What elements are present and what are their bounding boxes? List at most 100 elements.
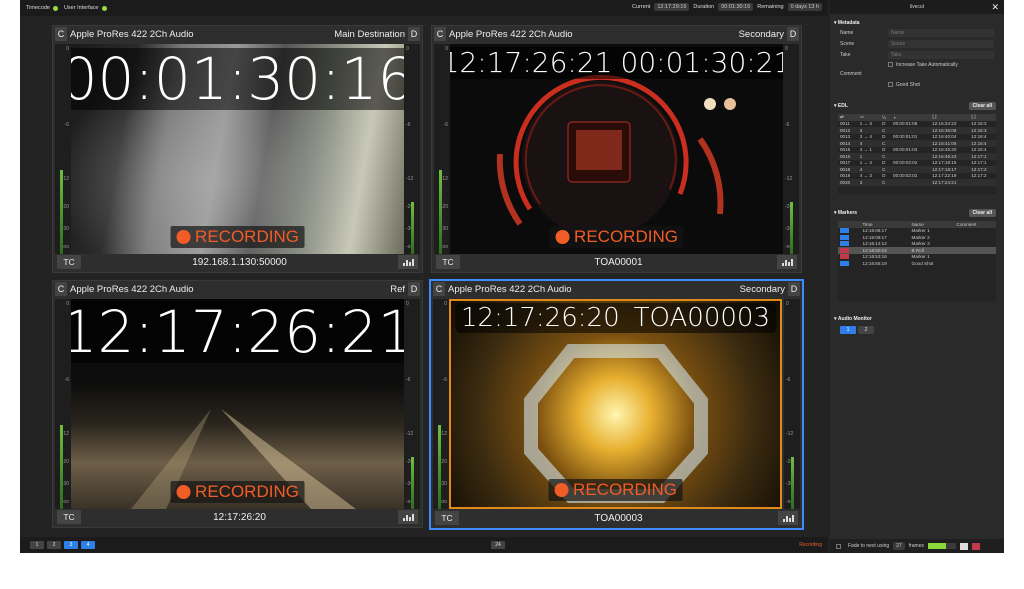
clear-markers-button[interactable]: Clear all <box>968 209 996 217</box>
viewer-panel-1[interactable]: C Apple ProRes 422 2Ch Audio Main Destinat… <box>52 25 423 273</box>
camera-button-3[interactable]: 3 <box>64 541 78 549</box>
codec-label: Apple ProRes 422 2Ch Audio <box>449 28 573 40</box>
current-value: 12:17:29:16 <box>654 3 690 11</box>
audio-meter-right: 0 -6 -12 -20 -30 -oo <box>784 299 800 509</box>
stop-icon[interactable] <box>959 542 968 550</box>
d-button[interactable]: D <box>787 27 799 41</box>
audio-meter-right: 0 -6 -12 -20 -30 -oo <box>404 299 420 509</box>
markers-section: ▾ Markers Clear all Time Name Comment 12:16:… <box>830 208 1004 301</box>
c-button[interactable]: C <box>55 282 67 296</box>
audio-meter-left: 0 -6 -12 -20 -30 -oo <box>55 299 71 509</box>
scene-field[interactable]: Scene <box>888 39 994 48</box>
meter-icon[interactable] <box>777 255 797 269</box>
d-button[interactable]: D <box>788 282 800 296</box>
table-row[interactable]: 0015 4 → 1 D 00:00:01:03 12:16:45:20 12:16:4 <box>838 147 996 154</box>
meter-icon[interactable] <box>398 510 418 524</box>
table-row[interactable]: 0013 3 → 4 D 00:00:01:01 12:16:40:04 12:16:4 <box>838 134 996 141</box>
remaining-value: 0 days 13 h <box>787 3 822 11</box>
duration-label: Duration <box>693 4 715 10</box>
record-icon[interactable] <box>971 542 980 550</box>
table-row[interactable]: 12:16:55:19 Good Shot <box>838 260 996 267</box>
sidebar-title: livecut <box>909 4 925 10</box>
tc-button[interactable]: TC <box>435 511 459 525</box>
footer-label: TOA00003 <box>594 512 643 524</box>
meter-icon[interactable] <box>778 511 798 525</box>
video-frame: 12:17:26:21 00:01:30:21 RECORDING <box>450 44 783 254</box>
table-row[interactable]: 0011 1 → 3 D 00:00:01:08 12:16:34:23 12:16:3 <box>838 121 996 128</box>
audio-meter-left: 0 -6 -12 -20 -30 -oo <box>433 299 449 509</box>
viewer-panel-3[interactable]: C Apple ProRes 422 2Ch Audio Ref D 0 -6 -12 -2… <box>52 280 423 528</box>
audio-meter-left: 0 -6 -12 -20 -30 -oo <box>434 44 450 254</box>
table-row[interactable]: 0020 3 C 12:17:24:21 <box>838 179 996 186</box>
tc-button[interactable]: TC <box>57 255 81 269</box>
recording-indicator: RECORDING <box>170 481 305 503</box>
d-button[interactable]: D <box>408 27 420 41</box>
viewer-panel-2[interactable]: C Apple ProRes 422 2Ch Audio Secondary D 0-… <box>431 25 802 273</box>
fade-slider[interactable] <box>927 543 956 549</box>
clear-edl-button[interactable]: Clear all <box>968 102 996 110</box>
table-row[interactable]: 0017 1 → 4 D 00:00:02:02 12:17:18:15 12:17:1 <box>838 160 996 167</box>
app-window: Timecode User Interface Current 12:17:29:… <box>20 0 1004 553</box>
framerate-badge: 24 <box>491 541 505 549</box>
ui-label: User Interface <box>63 5 99 11</box>
meter-icon[interactable] <box>398 255 418 269</box>
tc-button[interactable]: TC <box>57 510 81 524</box>
audio-meter-right: 0 -6 -12 -20 -30 -oo <box>404 44 420 254</box>
c-button[interactable]: C <box>434 27 446 41</box>
good-shot-checkbox[interactable] <box>888 82 893 87</box>
edl-table[interactable]: ⇄ ▭ ½ ◑ ⟦⟧ ⟦⟧ 0011 1 → 3 D 00:00:01:08 12:16:34:23… <box>838 114 996 194</box>
audio-meter-right: 0 -6 -12 -20 -30 -oo <box>783 44 799 254</box>
viewer-panel-4[interactable]: C Apple ProRes 422 2Ch Audio Secondary D 0-… <box>429 279 804 530</box>
footer-label: 12:17:26:20 <box>213 511 266 523</box>
tc-button[interactable]: TC <box>436 255 460 269</box>
timecode-overlay: 12:17:26:20 TOA00003 <box>454 303 777 333</box>
take-field[interactable]: Take <box>888 50 994 59</box>
d-button[interactable]: D <box>408 282 420 296</box>
timecode-status-icon <box>52 5 58 11</box>
markers-table[interactable]: Time Name Comment 12:16:06:17 Marker 1 12:16:… <box>838 221 996 301</box>
audio-channel-1[interactable]: 1 <box>840 326 856 334</box>
camera-button-4[interactable]: 4 <box>81 541 95 549</box>
camera-button-2[interactable]: 2 <box>47 541 61 549</box>
c-button[interactable]: C <box>433 282 445 296</box>
top-bar: Timecode User Interface Current 12:17:29:… <box>20 0 828 16</box>
marker-tag-icon <box>840 241 849 247</box>
name-field[interactable]: Name <box>888 28 994 37</box>
destination-label: Secondary <box>738 28 784 40</box>
c-button[interactable]: C <box>55 27 67 41</box>
increase-take-checkbox[interactable] <box>888 62 893 67</box>
audio-meter-left: 0 -6 -12 -20 -30 -oo <box>55 44 71 254</box>
marker-tag-icon <box>840 228 849 234</box>
recording-indicator: RECORDING <box>549 226 684 248</box>
footer-label: 192.168.1.130:50000 <box>192 256 287 268</box>
codec-label: Apple ProRes 422 2Ch Audio <box>70 28 194 40</box>
timecode-label: Timecode <box>26 5 50 11</box>
table-row[interactable]: 0019 4 → 3 D 00:00:02:02 12:17:22:19 12:17:2 <box>838 173 996 180</box>
timecode-overlay: 12:17:26:21 <box>71 301 404 363</box>
fade-checkbox[interactable] <box>836 543 841 549</box>
bottom-bar: 1 2 3 4 24 Recording <box>20 537 828 553</box>
recording-indicator: RECORDING <box>170 226 305 248</box>
camera-button-1[interactable]: 1 <box>30 541 44 549</box>
video-frame: 12:17:26:21 RECORDING <box>71 299 404 509</box>
marker-tag-icon <box>840 234 849 240</box>
destination-label: Main Destination <box>334 28 405 40</box>
close-icon[interactable]: ✕ <box>991 2 999 13</box>
codec-label: Apple ProRes 422 2Ch Audio <box>448 283 572 295</box>
edl-section: ▾ EDL Clear all ⇄ ▭ ½ ◑ ⟦⟧ ⟦⟧ 0011 1 → 3 D 00:00:0… <box>830 101 1004 194</box>
ui-status-icon <box>101 5 107 11</box>
audio-channel-2[interactable]: 2 <box>858 326 874 334</box>
metadata-section: ▾ Metadata Name Name Scene Scene Take Take … <box>830 18 1004 90</box>
frames-input[interactable]: 27 <box>893 542 905 550</box>
marker-tag-icon <box>840 254 849 260</box>
sidebar: livecut ✕ ▾ Metadata Name Name Scene Scene … <box>830 0 1004 553</box>
current-label: Current <box>632 4 651 10</box>
status-label: Recording <box>799 542 822 548</box>
codec-label: Apple ProRes 422 2Ch Audio <box>70 283 194 295</box>
destination-label: Secondary <box>739 283 785 295</box>
video-frame: 00:01:30:16 RECORDING <box>71 44 404 254</box>
audio-monitor-section: ▾ Audio Monitor 12 <box>830 314 1004 334</box>
footer-label: TOA00001 <box>594 256 643 268</box>
marker-tag-icon <box>840 247 849 253</box>
marker-tag-icon <box>840 260 849 266</box>
